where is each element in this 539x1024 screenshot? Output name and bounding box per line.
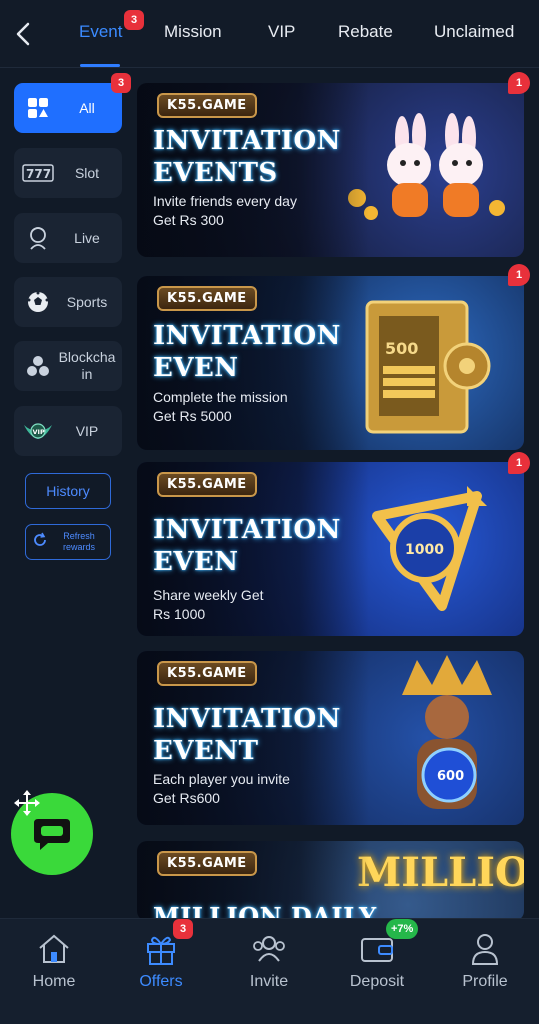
gold-safe-icon: 500 [365,300,491,434]
banner-subtitle-line2: Get Rs600 [153,790,220,806]
banner-subtitle-line2: Get Rs 5000 [153,408,232,424]
svg-text:777: 777 [26,167,51,181]
banner-invitation-mission[interactable]: 500 K55.GAME INVITATION EVEN Complete th… [137,276,524,450]
people-icon [219,929,319,969]
banner-badge: 1 [508,264,530,286]
nav-deposit-badge: +7% [386,919,419,939]
banner-subtitle-line2: Rs 1000 [153,606,206,622]
sidebar-item-live[interactable]: Live [14,213,122,263]
sidebar-item-label: VIP [75,422,99,439]
banner-subtitle-line1: Complete the mission [153,389,288,405]
person-icon [435,929,535,969]
sidebar-item-blockchain[interactable]: Blockchain [14,341,122,391]
banner-title-line1: INVITATION [153,126,341,156]
tab-rebate[interactable]: Rebate [338,22,393,42]
sidebar-item-sports[interactable]: Sports [14,277,122,327]
sidebar-item-label: Blockchain [58,349,116,382]
sidebar-all-badge: 3 [111,73,131,93]
nav-label: Deposit [349,973,405,990]
banner-title-line2: EVENTS [153,158,278,188]
tab-vip[interactable]: VIP [268,22,295,42]
banner-invitation-events[interactable]: K55.GAME INVITATION EVENTS Invite friend… [137,83,524,257]
banner-invitation-share[interactable]: 1000 K55.GAME INVITATION EVEN Share week… [137,462,524,636]
banner-title-line1: INVITATION [153,704,341,734]
banner-badge: 1 [508,72,530,94]
tab-event-badge: 3 [124,10,144,30]
k55-logo: K55.GAME [157,286,257,311]
nav-label: Offers [139,973,183,990]
slot-777-icon: 777 [18,164,58,182]
nav-label: Profile [462,973,508,990]
banner-title-line2: EVEN [153,353,239,383]
banner-invitation-player[interactable]: 600 K55.GAME INVITATION EVENT Each playe… [137,651,524,825]
vip-crest-icon: VIP [18,419,58,443]
nav-label: Home [32,973,76,990]
tab-mission[interactable]: Mission [164,22,222,42]
banner-title-line1: INVITATION [153,515,341,545]
banner-subtitle-line1: Each player you invite [153,771,290,787]
nav-home[interactable]: Home [4,929,104,991]
sidebar-item-label: Live [74,229,100,246]
gift-icon [111,929,211,969]
nav-deposit[interactable]: Deposit [327,929,427,991]
sidebar-item-label: Slot [74,164,100,181]
svg-text:600: 600 [437,769,464,784]
tab-event[interactable]: Event [79,22,122,42]
nav-invite[interactable]: Invite [219,929,319,991]
top-bar: Event 3 Mission VIP Rebate Unclaimed [0,0,539,68]
blockchain-icon [18,354,58,378]
k55-logo: K55.GAME [157,93,257,118]
banner-title-line2: EVENT [153,736,259,766]
goddess-orb-icon: 600 [402,655,492,809]
dealer-icon [18,225,58,251]
tab-unclaimed[interactable]: Unclaimed [434,22,514,42]
banner-title-line1: INVITATION [153,321,341,351]
banner-badge: 1 [508,452,530,474]
history-button[interactable]: History [25,473,111,509]
banner-subtitle-line1: Share weekly Get [153,587,264,603]
soccer-ball-icon [18,290,58,314]
sidebar-item-label: All [79,99,95,116]
back-arrow-icon[interactable] [12,20,36,48]
sidebar-item-all[interactable]: All [14,83,122,133]
drag-move-icon[interactable] [12,788,42,823]
banner-subtitle-line1: Invite friends every day [153,193,297,209]
k55-logo: K55.GAME [157,661,257,686]
home-icon [4,929,104,969]
nav-profile[interactable]: Profile [435,929,535,991]
refresh-rewards-label: Refresh rewards [62,531,95,552]
nav-offers[interactable]: Offers [111,929,211,991]
svg-text:1000: 1000 [405,542,444,558]
tab-active-indicator [80,64,120,67]
k55-logo: K55.GAME [157,472,257,497]
svg-text:VIP: VIP [33,428,45,436]
sidebar-item-slot[interactable]: 777 Slot [14,148,122,198]
banner-million-daily[interactable]: MILLION K55.GAME MILLION DAILY [137,841,524,921]
million-art-text: MILLION [357,849,524,896]
refresh-icon [32,532,48,553]
banner-title-line2: EVEN [153,547,239,577]
k55-logo: K55.GAME [157,851,257,876]
svg-text:500: 500 [385,339,418,358]
bottom-nav: Home Offers 3 Invite Deposit +7% Profile [0,918,539,1024]
nav-offers-badge: 3 [173,919,193,939]
sidebar-item-vip[interactable]: VIP VIP [14,406,122,456]
gold-coin-triangle-icon: 1000 [372,486,487,611]
grid-icon [18,96,58,120]
sidebar-item-label: Sports [66,293,108,310]
nav-label: Invite [249,973,289,990]
refresh-rewards-button[interactable]: Refresh rewards [25,524,111,560]
banner-subtitle-line2: Get Rs 300 [153,212,224,228]
